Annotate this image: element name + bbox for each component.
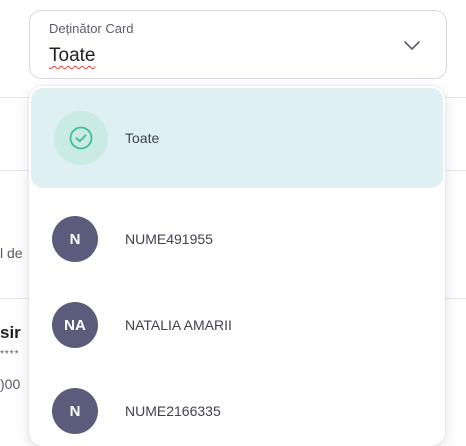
background-text: l de	[0, 245, 23, 261]
card-holder-value: Toate	[49, 45, 96, 66]
background-text: sir	[0, 323, 21, 342]
option-all[interactable]: Toate	[31, 88, 443, 188]
option-card-holder[interactable]: N NUME491955	[31, 190, 443, 288]
card-holder-label: Deținător Card	[49, 21, 134, 36]
background-divider	[444, 298, 466, 299]
option-label: Toate	[125, 130, 160, 146]
option-card-holder[interactable]: N NUME2166335	[31, 362, 443, 446]
background-text: )00	[0, 376, 21, 392]
avatar: NA	[52, 302, 98, 348]
avatar: N	[52, 388, 98, 434]
background-text: ****	[0, 349, 20, 360]
option-card-holder[interactable]: NA NATALIA AMARII	[31, 276, 443, 374]
chevron-down-icon[interactable]	[404, 41, 420, 51]
card-holder-dropdown: Toate N NUME491955 NA NATALIA AMARII N N…	[29, 86, 445, 446]
option-label: NATALIA AMARII	[125, 317, 232, 333]
avatar: N	[52, 216, 98, 262]
background-divider	[444, 97, 466, 98]
option-label: NUME491955	[125, 231, 213, 247]
check-circle-icon	[54, 111, 108, 165]
option-label: NUME2166335	[125, 403, 221, 419]
card-holder-select[interactable]: Deținător Card Toate	[29, 10, 447, 79]
background-divider	[444, 170, 466, 171]
